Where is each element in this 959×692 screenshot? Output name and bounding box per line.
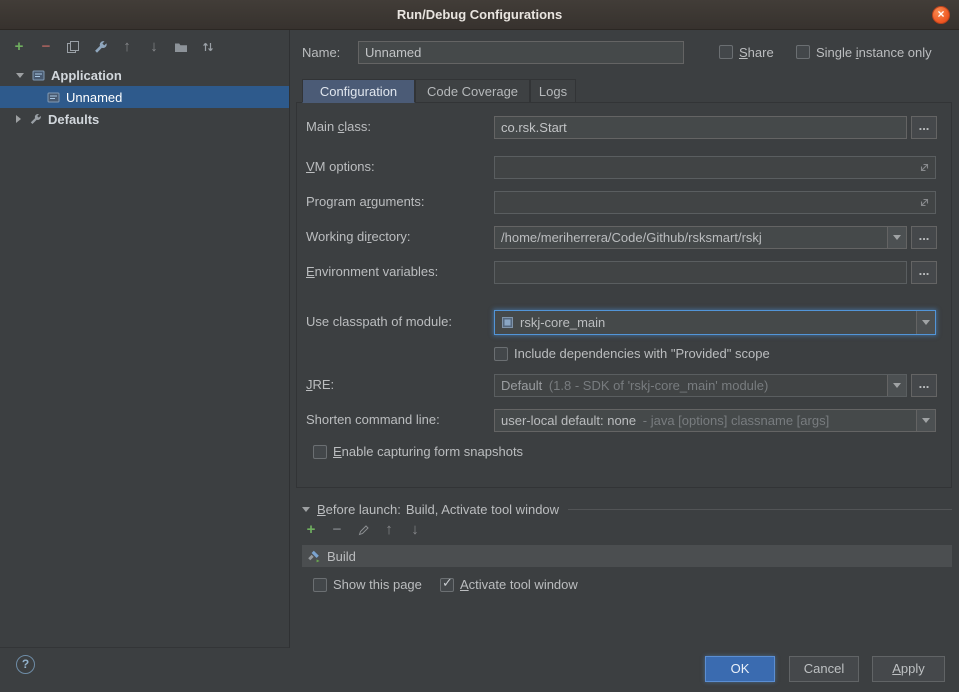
move-up-icon[interactable]: ↑ (119, 39, 135, 55)
dropdown-arrow-icon[interactable] (887, 227, 906, 248)
shorten-hint: - java [options] classname [args] (643, 413, 829, 428)
module-icon (501, 316, 514, 329)
edit-defaults-wrench-icon[interactable] (92, 39, 108, 55)
tab-configuration[interactable]: Configuration (302, 79, 415, 103)
program-arguments-label: Program arguments: (306, 191, 425, 213)
tab-logs[interactable]: Logs (530, 79, 576, 103)
dropdown-arrow-icon[interactable] (887, 375, 906, 396)
before-launch-toolbar: + − ↑ ↓ (303, 522, 423, 538)
share-checkbox[interactable] (719, 45, 733, 59)
tree-node-unnamed[interactable]: Unnamed (0, 86, 289, 108)
separator-line (568, 509, 952, 510)
environment-variables-input[interactable] (494, 261, 907, 284)
vm-options-label: VM options: (306, 156, 375, 178)
shorten-command-line-label: Shorten command line: (306, 409, 440, 431)
tree-node-defaults[interactable]: Defaults (0, 108, 289, 130)
share-label: Share (739, 42, 774, 64)
jre-label: JRE: (306, 374, 334, 396)
application-icon (47, 91, 60, 104)
activate-tool-window-label: Activate tool window (460, 574, 578, 596)
jre-combobox[interactable]: Default (1.8 - SDK of 'rskj-core_main' m… (494, 374, 907, 397)
tree-node-label: Unnamed (66, 90, 122, 105)
tree-node-application[interactable]: Application (0, 64, 289, 86)
single-instance-label: Single instance only (816, 42, 932, 64)
shorten-value: user-local default: none (501, 413, 636, 428)
single-instance-checkbox[interactable] (796, 45, 810, 59)
jre-value-text: Default (1.8 - SDK of 'rskj-core_main' m… (495, 378, 887, 393)
working-directory-combobox[interactable]: /home/meriherrera/Code/Github/rsksmart/r… (494, 226, 907, 249)
edit-pencil-icon[interactable] (355, 522, 371, 538)
include-dependencies-label: Include dependencies with "Provided" sco… (514, 343, 770, 365)
main-class-browse-button[interactable]: ... (911, 116, 937, 139)
sort-configurations-icon[interactable] (200, 39, 216, 55)
name-label: Name: (302, 42, 340, 64)
add-icon[interactable]: + (303, 522, 319, 538)
capture-snapshots-label: Enable capturing form snapshots (333, 441, 523, 463)
move-up-icon[interactable]: ↑ (381, 522, 397, 538)
capture-snapshots-checkbox[interactable] (313, 445, 327, 459)
before-launch-summary: Build, Activate tool window (406, 502, 559, 517)
configurations-tree: Application Unnamed Defaults (0, 64, 289, 130)
add-icon[interactable]: + (11, 39, 27, 55)
program-arguments-input[interactable] (494, 191, 936, 214)
move-down-icon[interactable]: ↓ (146, 39, 162, 55)
before-launch-task-list[interactable]: Build (302, 545, 952, 567)
window-title: Run/Debug Configurations (397, 7, 562, 22)
remove-icon[interactable]: − (329, 522, 345, 538)
before-launch-label: Before launch: (317, 502, 401, 517)
expand-field-icon[interactable] (918, 161, 931, 174)
remove-icon[interactable]: − (38, 39, 54, 55)
working-directory-browse-button[interactable]: ... (911, 226, 937, 249)
environment-variables-label: Environment variables: (306, 261, 438, 283)
collapse-chevron-icon[interactable] (16, 73, 24, 78)
new-folder-icon[interactable] (173, 39, 189, 55)
activate-tool-window-checkbox[interactable] (440, 578, 454, 592)
expand-field-icon[interactable] (918, 196, 931, 209)
sidebar-toolbar: + − ↑ ↓ (11, 39, 216, 55)
dropdown-arrow-icon[interactable] (916, 311, 935, 334)
tab-code-coverage[interactable]: Code Coverage (415, 79, 530, 103)
jre-value: Default (501, 378, 542, 393)
working-directory-value: /home/meriherrera/Code/Github/rsksmart/r… (495, 230, 887, 245)
copy-icon[interactable] (65, 39, 81, 55)
before-launch-section-header[interactable]: Before launch: Build, Activate tool wind… (302, 499, 952, 519)
move-down-icon[interactable]: ↓ (407, 522, 423, 538)
show-this-page-label: Show this page (333, 574, 422, 596)
close-button[interactable]: × (932, 6, 950, 24)
window-titlebar: Run/Debug Configurations × (0, 0, 959, 30)
jre-hint: (1.8 - SDK of 'rskj-core_main' module) (549, 378, 769, 393)
expand-chevron-icon[interactable] (16, 115, 21, 123)
tree-node-label: Defaults (48, 112, 99, 127)
build-icon (307, 549, 321, 563)
main-class-input[interactable] (494, 116, 907, 139)
classpath-module-value: rskj-core_main (514, 315, 916, 330)
classpath-module-combobox[interactable]: rskj-core_main (494, 310, 936, 335)
working-directory-label: Working directory: (306, 226, 411, 248)
environment-variables-browse-button[interactable]: ... (911, 261, 937, 284)
jre-browse-button[interactable]: ... (911, 374, 937, 397)
help-button[interactable]: ? (16, 655, 35, 674)
collapse-chevron-icon[interactable] (302, 507, 310, 512)
tree-node-label: Application (51, 68, 122, 83)
vm-options-input[interactable] (494, 156, 936, 179)
defaults-wrench-icon (29, 113, 42, 126)
include-dependencies-checkbox[interactable] (494, 347, 508, 361)
cancel-button[interactable]: Cancel (789, 656, 859, 682)
shorten-value-text: user-local default: none - java [options… (495, 413, 916, 428)
show-this-page-checkbox[interactable] (313, 578, 327, 592)
name-input[interactable] (358, 41, 684, 64)
classpath-module-label: Use classpath of module: (306, 311, 452, 333)
ok-button[interactable]: OK (705, 656, 775, 682)
configurations-sidebar: + − ↑ ↓ Application Unnamed (0, 30, 290, 648)
main-class-label: Main class: (306, 116, 371, 138)
build-task-label: Build (327, 549, 356, 564)
application-icon (32, 69, 45, 82)
dropdown-arrow-icon[interactable] (916, 410, 935, 431)
apply-button[interactable]: Apply (872, 656, 945, 682)
shorten-command-line-combobox[interactable]: user-local default: none - java [options… (494, 409, 936, 432)
